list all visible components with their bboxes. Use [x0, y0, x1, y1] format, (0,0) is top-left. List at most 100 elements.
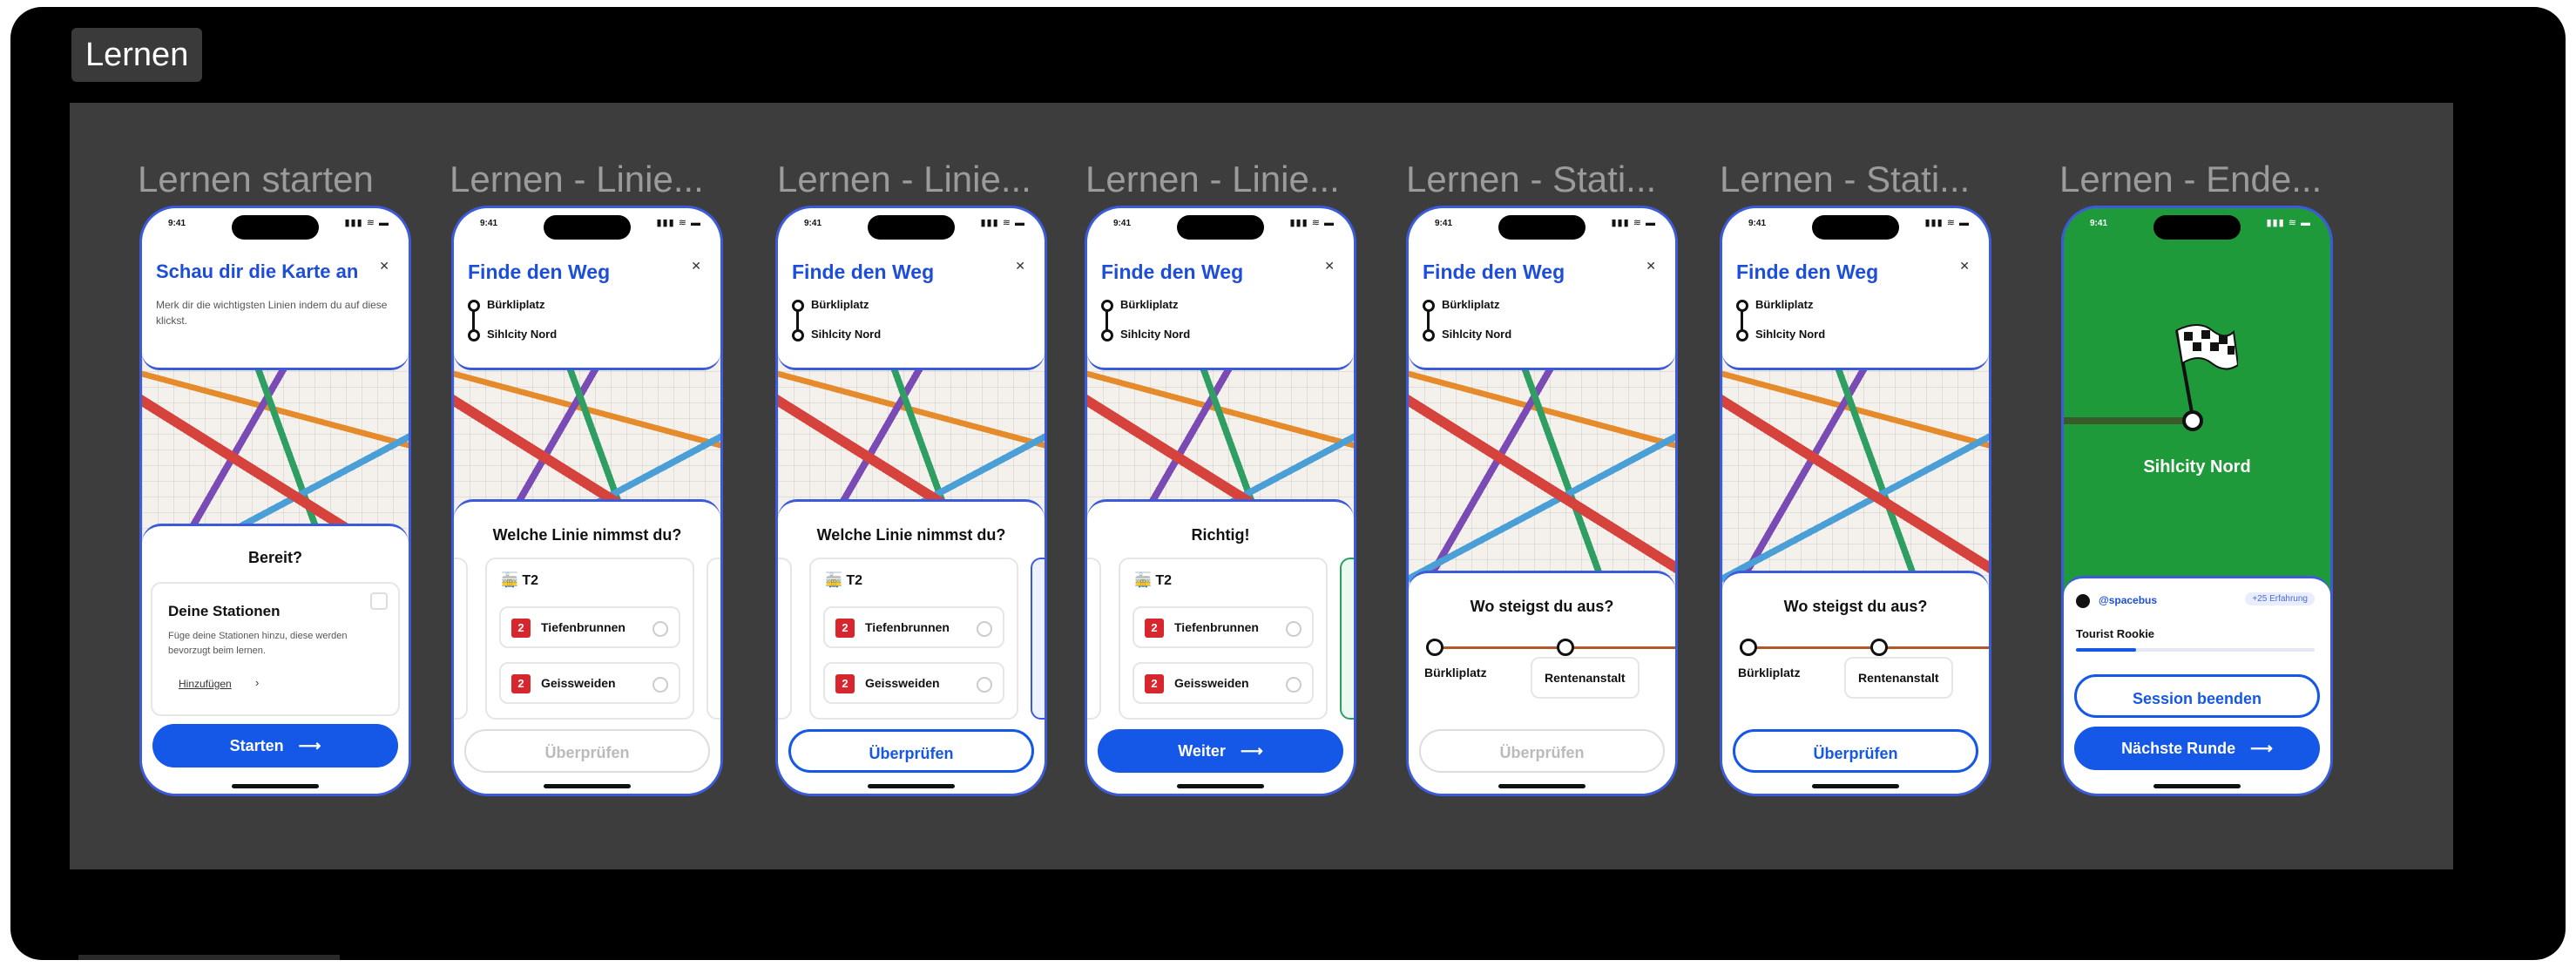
profile-card: @spacebus +25 Erfahrung Tourist Rookie S… [2064, 576, 2330, 794]
frame-title-5[interactable]: Lernen - Stati... [1406, 159, 1656, 200]
frame-title-6[interactable]: Lernen - Stati... [1720, 159, 1970, 200]
frame-title-2[interactable]: Lernen - Linie... [450, 159, 704, 200]
arrow-right-icon: ⟶ [2250, 740, 2273, 757]
dynamic-island [1498, 215, 1585, 240]
route-from: Bürkliplatz [1101, 295, 1190, 330]
dynamic-island [2153, 215, 2241, 240]
route-card: Finde den Weg ✕ Bürkliplatz Sihlcity Nor… [1087, 240, 1354, 370]
line-sheet: Richtig! 🚋 T2 2 Tiefenbrunnen 2 Geissweide… [1087, 499, 1354, 794]
check-button[interactable]: Überprüfen [788, 729, 1034, 773]
section-label[interactable]: Lernen [71, 28, 203, 82]
option-tiefenbrunnen[interactable]: 2 Tiefenbrunnen [1132, 606, 1314, 648]
option-group-next-correct[interactable] [1340, 558, 1354, 720]
phone-learn-end[interactable]: 9:41 ▮▮▮ ≋ ▬ Sihlcity Nord @spacebus +25… [2061, 206, 2333, 796]
tram-label: 🚋 T2 [501, 571, 538, 589]
network-map[interactable] [1409, 356, 1675, 592]
frame-title-1[interactable]: Lernen starten [138, 159, 374, 200]
stop-dot-icon [468, 329, 480, 341]
close-icon[interactable]: ✕ [691, 259, 701, 274]
route-to-label: Sihlcity Nord [1120, 328, 1191, 341]
frame-title-7[interactable]: Lernen - Ende... [2059, 159, 2322, 200]
station-option-rentenanstalt[interactable]: Rentenanstalt [1531, 657, 1640, 699]
frame-title-4[interactable]: Lernen - Linie... [1085, 159, 1340, 200]
next-button[interactable]: Weiter ⟶ [1098, 729, 1343, 773]
line-question: Welche Linie nimmst du? [816, 526, 1006, 544]
route-to: Sihlcity Nord [468, 325, 557, 355]
close-icon[interactable]: ✕ [379, 259, 389, 274]
line-sheet: Welche Linie nimmst du? 🚋 T2 2 Tiefenbrun… [454, 499, 720, 794]
station-knob-start[interactable] [1740, 639, 1757, 656]
checkbox-icon[interactable] [370, 592, 388, 610]
status-icons: ▮▮▮ ≋ ▬ [344, 218, 389, 228]
next-round-button[interactable]: Nächste Runde ⟶ [2074, 727, 2320, 770]
check-button[interactable]: Überprüfen [464, 729, 710, 773]
option-group-next[interactable] [707, 558, 720, 720]
option-group-prev[interactable] [778, 558, 792, 720]
dynamic-island [544, 215, 631, 240]
option-geissweiden[interactable]: 2 Geissweiden [499, 662, 680, 704]
status-bar: 9:41 ▮▮▮ ≋ ▬ [142, 208, 409, 240]
tram-line-label: T2 [1155, 573, 1173, 588]
route-from: Bürkliplatz [468, 295, 557, 330]
option-group-prev[interactable] [454, 558, 468, 720]
check-button[interactable]: Überprüfen [1733, 729, 1978, 773]
route-to: Sihlcity Nord [1423, 325, 1511, 355]
route-to-label: Sihlcity Nord [811, 328, 882, 341]
phone-line-selected[interactable]: 9:41 ▮▮▮ ≋ ▬ Finde den Weg ✕ Bürkliplatz… [775, 206, 1047, 796]
option-group-prev[interactable] [1087, 558, 1101, 720]
end-session-button[interactable]: Session beenden [2074, 674, 2320, 718]
option-group-next-selected[interactable] [1031, 558, 1045, 720]
phone-learn-start[interactable]: 9:41 ▮▮▮ ≋ ▬ Schau dir die Karte an ✕ Me… [139, 206, 411, 796]
route-from: Bürkliplatz [792, 295, 881, 330]
route-to-label: Sihlcity Nord [1442, 328, 1512, 341]
check-button[interactable]: Überprüfen [1419, 729, 1665, 773]
phone-station-question[interactable]: 9:41 ▮▮▮ ≋ ▬ Finde den Weg ✕ Bürkliplatz… [1406, 206, 1678, 796]
close-icon[interactable]: ✕ [1646, 259, 1656, 274]
station-knob-next[interactable] [1557, 639, 1574, 656]
option-label: Geissweiden [1174, 676, 1249, 690]
route-to: Sihlcity Nord [792, 325, 881, 355]
option-group-t2: 🚋 T2 2 Tiefenbrunnen 2 Geissweiden [809, 558, 1018, 720]
next-round-label: Nächste Runde [2121, 740, 2236, 757]
line-badge: 2 [1145, 619, 1164, 638]
option-tiefenbrunnen[interactable]: 2 Tiefenbrunnen [823, 606, 1004, 648]
rank-progress-bar [2076, 648, 2315, 652]
route-from-label: Bürkliplatz [1120, 298, 1179, 311]
destination-name: Sihlcity Nord [2143, 457, 2251, 477]
check-button-label: Überprüfen [869, 745, 954, 762]
status-icons: ▮▮▮ ≋ ▬ [1611, 218, 1656, 228]
network-map[interactable] [1722, 356, 1989, 592]
status-time: 9:41 [804, 219, 822, 228]
status-time: 9:41 [1435, 219, 1453, 228]
next-button-label: Weiter [1178, 742, 1226, 760]
status-time: 9:41 [2090, 219, 2108, 228]
line-badge: 2 [835, 674, 855, 693]
intro-description: Merk dir die wichtigsten Linien indem du… [156, 299, 388, 327]
phone-line-correct[interactable]: 9:41 ▮▮▮ ≋ ▬ Finde den Weg ✕ Bürkliplatz… [1085, 206, 1356, 796]
frame-title-3[interactable]: Lernen - Linie... [777, 159, 1031, 200]
add-stations-link[interactable]: Hinzufügen [179, 678, 232, 690]
phone-line-question[interactable]: 9:41 ▮▮▮ ≋ ▬ Finde den Weg ✕ Bürkliplatz… [451, 206, 723, 796]
dynamic-island [232, 215, 319, 240]
home-indicator [232, 784, 319, 788]
start-button[interactable]: Starten ⟶ [152, 724, 398, 768]
station-option-rentenanstalt[interactable]: Rentenanstalt [1844, 657, 1953, 699]
close-icon[interactable]: ✕ [1015, 259, 1025, 274]
tram-icon: 🚋 [1134, 573, 1156, 588]
close-icon[interactable]: ✕ [1959, 259, 1970, 274]
route-stops: Bürkliplatz Sihlcity Nord [792, 295, 881, 355]
route-to: Sihlcity Nord [1736, 325, 1825, 355]
option-tiefenbrunnen[interactable]: 2 Tiefenbrunnen [499, 606, 680, 648]
station-knob-start[interactable] [1426, 639, 1444, 656]
option-geissweiden[interactable]: 2 Geissweiden [823, 662, 1004, 704]
chevron-right-icon: › [255, 676, 260, 689]
close-icon[interactable]: ✕ [1324, 259, 1335, 274]
status-bar: 9:41 ▮▮▮ ≋ ▬ [454, 208, 720, 240]
status-time: 9:41 [1748, 219, 1767, 228]
radio-icon [652, 621, 668, 637]
station-knob-next[interactable] [1870, 639, 1888, 656]
start-button-label: Starten [229, 737, 284, 754]
intro-card: Schau dir die Karte an ✕ Merk dir die wi… [142, 240, 409, 370]
option-geissweiden[interactable]: 2 Geissweiden [1132, 662, 1314, 704]
phone-station-selected[interactable]: 9:41 ▮▮▮ ≋ ▬ Finde den Weg ✕ Bürkliplatz… [1720, 206, 1991, 796]
